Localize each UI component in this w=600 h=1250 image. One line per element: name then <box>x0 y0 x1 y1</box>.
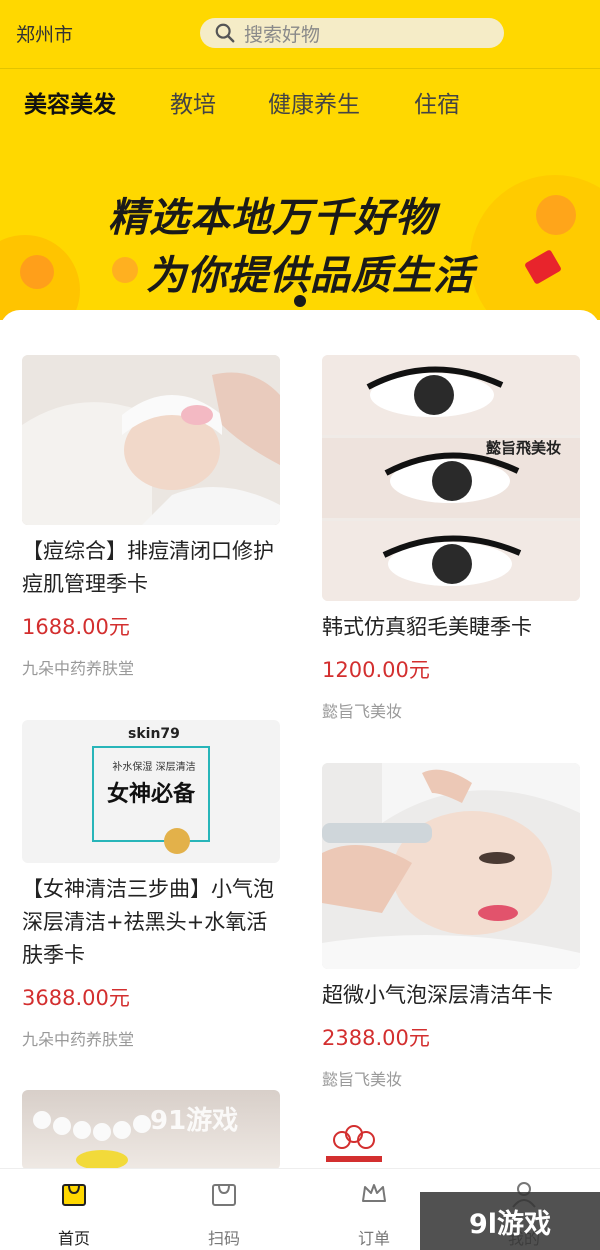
tab-orders[interactable]: 订单 <box>324 1179 424 1249</box>
tab-label: 扫码 <box>207 1229 240 1248</box>
image-headline: 女神必备 <box>106 782 195 807</box>
watermark-small: 91游戏 <box>150 1106 239 1136</box>
crown-icon <box>362 1184 386 1202</box>
tab-label: 订单 <box>357 1229 390 1248</box>
product-price: 3688.00元 <box>22 986 130 1010</box>
tab-beauty-hair[interactable]: 美容美发 <box>24 85 116 119</box>
product-card[interactable]: 【痘综合】排痘清闭口修护痘肌管理季卡 1688.00元 九朵中药养肤堂 <box>22 355 280 679</box>
city-selector[interactable]: 郑州市 <box>16 20 73 47</box>
eyelash-illustration <box>322 355 580 601</box>
product-price: 1200.00元 <box>322 658 430 682</box>
facial-cleansing-illustration <box>322 763 580 969</box>
banner-decoration <box>536 195 576 235</box>
banner-subheadline: 为你提供品质生活 <box>146 253 474 299</box>
search-icon <box>215 23 235 43</box>
product-image: skin79 补水保湿 深层清洁 女神必备 <box>22 720 280 863</box>
banner-decoration <box>112 257 138 283</box>
product-image <box>22 355 280 525</box>
product-image <box>322 1090 580 1170</box>
product-price: 1688.00元 <box>22 615 130 639</box>
product-title: 韩式仿真貂毛美睫季卡 <box>322 615 532 639</box>
serum-drop-icon <box>164 828 190 854</box>
banner-decoration <box>470 175 600 320</box>
tab-home[interactable]: 首页 <box>24 1179 124 1249</box>
product-title: 超微小气泡深层清洁年卡 <box>322 983 553 1007</box>
image-brand: skin79 <box>128 726 180 742</box>
search-placeholder: 搜索好物 <box>244 23 321 46</box>
category-tabs: 美容美发 教培 健康养生 住宿 <box>0 69 600 135</box>
facial-treatment-illustration <box>22 355 280 525</box>
shopping-bag-icon <box>62 1184 86 1206</box>
product-card[interactable]: skin79 补水保湿 深层清洁 女神必备 【女神清洁三步曲】小气泡深层清洁+祛… <box>22 720 280 1050</box>
top-bar: 郑州市 搜索好物 <box>0 0 600 70</box>
product-image <box>322 763 580 969</box>
watermark-corner: 9l游戏 <box>420 1192 600 1250</box>
tab-health[interactable]: 健康养生 <box>268 85 360 119</box>
product-grid: 【痘综合】排痘清闭口修护痘肌管理季卡 1688.00元 九朵中药养肤堂 懿旨飛美… <box>0 310 600 1170</box>
image-brand-text: 懿旨飛美妆 <box>486 439 562 457</box>
product-title: 【痘综合】排痘清闭口修护痘肌管理季卡 <box>22 539 274 596</box>
product-card[interactable]: 超微小气泡深层清洁年卡 2388.00元 懿旨飞美妆 <box>322 763 580 1090</box>
product-card[interactable] <box>322 1090 580 1170</box>
carousel-indicator <box>294 295 306 307</box>
tab-education[interactable]: 教培 <box>170 85 216 119</box>
promo-banner[interactable]: 精选本地万千好物 为你提供品质生活 <box>0 135 600 320</box>
search-bar[interactable]: 搜索好物 <box>200 18 504 48</box>
brand-logo-icon <box>326 1125 382 1162</box>
shop-name: 懿旨飞美妆 <box>322 1070 403 1089</box>
shop-name: 懿旨飞美妆 <box>322 702 403 721</box>
product-image: 懿旨飛美妆 <box>322 355 580 601</box>
product-title: 【女神清洁三步曲】小气泡深层清洁+祛黑头+水氧活肤季卡 <box>22 877 274 967</box>
tab-label: 首页 <box>57 1229 90 1248</box>
product-price: 2388.00元 <box>322 1026 430 1050</box>
shop-name: 九朵中药养肤堂 <box>22 659 135 678</box>
scan-bag-icon <box>212 1184 236 1206</box>
image-subtext: 补水保湿 深层清洁 <box>112 762 196 773</box>
banner-headline: 精选本地万千好物 <box>108 195 436 241</box>
tab-lodging[interactable]: 住宿 <box>414 85 460 119</box>
banner-decoration <box>20 255 54 289</box>
product-card[interactable]: 懿旨飛美妆 韩式仿真貂毛美睫季卡 1200.00元 懿旨飞美妆 <box>322 355 580 722</box>
shop-name: 九朵中药养肤堂 <box>22 1030 135 1049</box>
tab-scan[interactable]: 扫码 <box>174 1179 274 1249</box>
